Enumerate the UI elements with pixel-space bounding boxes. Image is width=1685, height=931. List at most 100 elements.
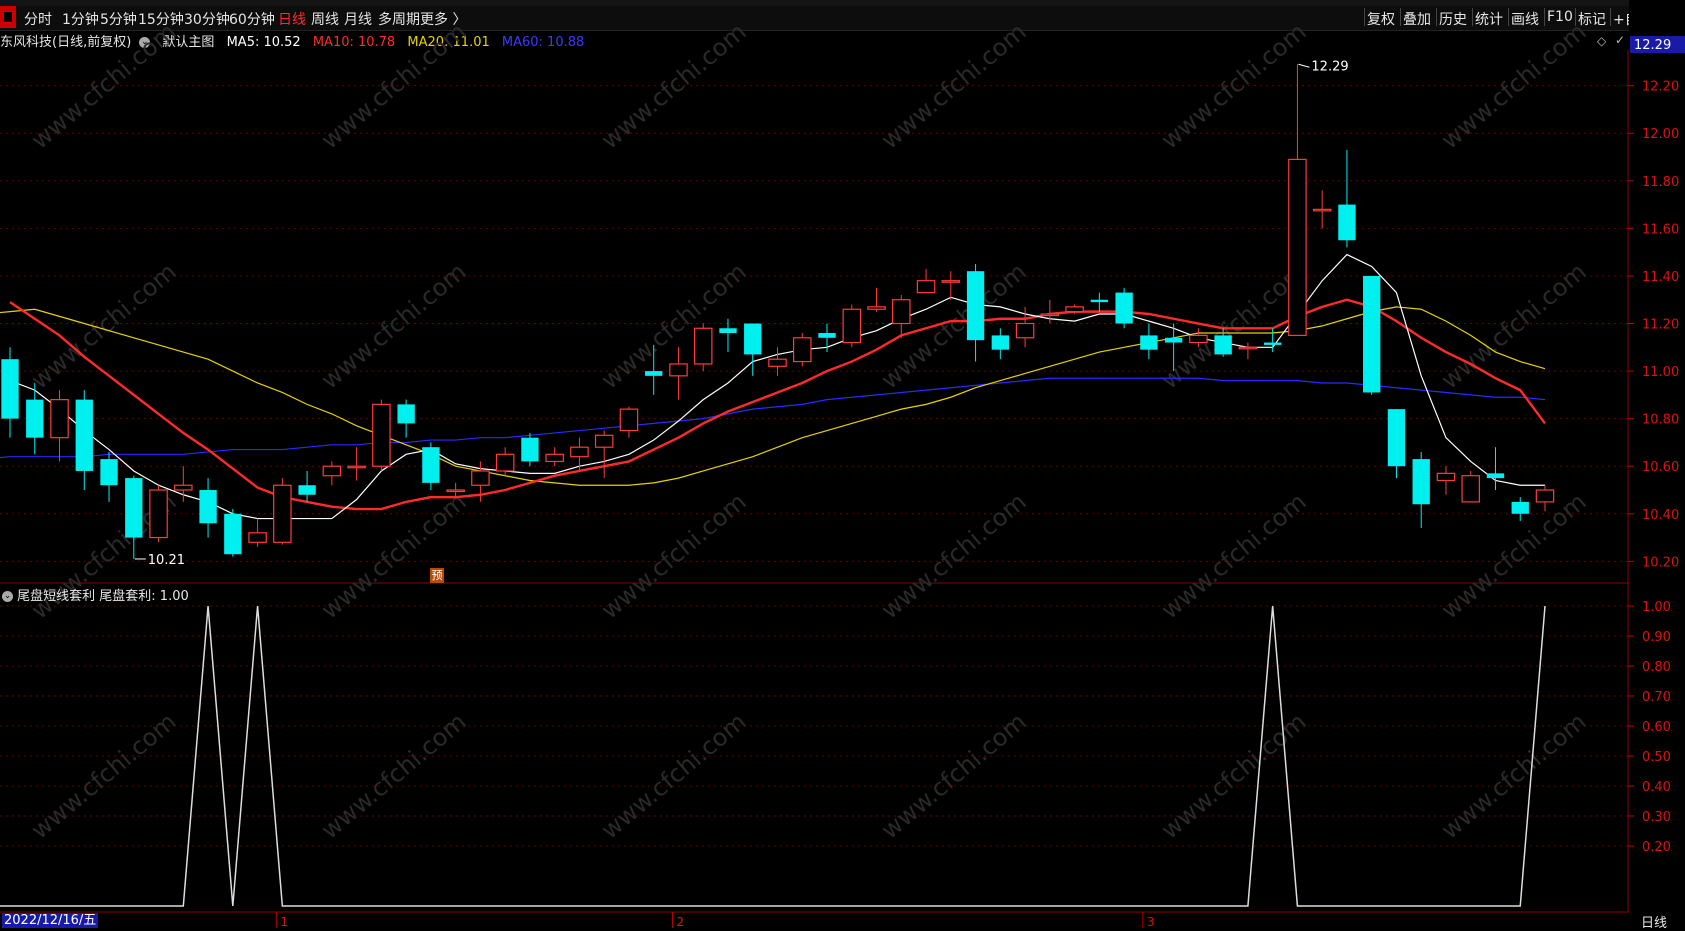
sub-tick-label: 1.00 (1642, 600, 1671, 615)
watermark-text: www.cfchi.com (596, 257, 752, 394)
price-chart[interactable]: 12.2012.0011.8011.6011.4011.2011.0010.80… (0, 0, 1685, 928)
candle-down (991, 335, 1009, 350)
sub-tick-label: 0.70 (1642, 690, 1671, 705)
month-label: 1 (280, 915, 288, 928)
ma10-line (9, 298, 1546, 511)
axis-background (1629, 0, 1685, 928)
price-tick-label: 11.00 (1642, 365, 1679, 380)
candle-up (892, 299, 911, 325)
period-8[interactable]: 月线 (344, 9, 372, 29)
sub-tick-label: 0.60 (1642, 720, 1671, 735)
toolbar-button-5[interactable]: F10 (1547, 9, 1573, 25)
candle-down (75, 399, 93, 471)
period-4[interactable]: 30分钟 (184, 9, 230, 29)
period-0[interactable]: 分时 (24, 9, 52, 29)
candle-down (719, 328, 737, 334)
toolbar-separator (1364, 8, 1365, 26)
candle-up (1288, 158, 1307, 337)
price-tick-label: 12.00 (1642, 127, 1679, 142)
toolbar-button-6[interactable]: 标记 (1578, 9, 1606, 29)
period-3[interactable]: 15分钟 (138, 9, 184, 29)
period-6[interactable]: 日线 (278, 9, 306, 29)
candle-up (619, 408, 639, 432)
sub-tick-label: 0.50 (1642, 750, 1671, 765)
watermark-text: www.cfchi.com (26, 707, 182, 844)
candle-down (521, 437, 539, 462)
candle-down (744, 323, 762, 355)
candle-up (372, 403, 391, 467)
watermark-text: www.cfchi.com (1156, 707, 1312, 844)
candle-up (471, 470, 490, 486)
candle-up (1312, 208, 1332, 212)
ma60-label: MA60: 10.88 (501, 35, 585, 50)
watermark-text: www.cfchi.com (1436, 487, 1592, 624)
watermark-text: www.cfchi.com (876, 487, 1032, 624)
ma20-line (0, 306, 1546, 486)
month-label: 3 (1147, 915, 1155, 928)
high-annotation: 12.29 (1311, 59, 1348, 74)
candle-up (1040, 313, 1060, 317)
toolbar-button-0[interactable]: 复权 (1367, 9, 1395, 29)
watermark-text: www.cfchi.com (316, 707, 472, 844)
watermark-text: www.cfchi.com (876, 707, 1032, 844)
toolbar-button-3[interactable]: 统计 (1475, 9, 1503, 29)
period-2[interactable]: 5分钟 (100, 9, 137, 29)
candle-up (842, 308, 862, 344)
toolbar-button-7[interactable]: +自选 (1613, 9, 1653, 29)
check-icon[interactable]: ✓ (1615, 33, 1625, 47)
watermark-text: www.cfchi.com (1436, 707, 1592, 844)
candle-down (298, 485, 316, 495)
candle-up (768, 358, 787, 367)
watermark-text: www.cfchi.com (316, 257, 472, 394)
price-tick-label: 11.20 (1642, 318, 1679, 333)
watermark-text: www.cfchi.com (26, 487, 182, 624)
candle-up (149, 489, 168, 539)
sub-indicator-name[interactable]: 尾盘短线套利 (17, 589, 95, 604)
candle-up (792, 337, 812, 363)
chevron-down-icon[interactable]: ⌄ (139, 37, 151, 48)
price-tick-label: 11.40 (1642, 270, 1679, 285)
candle-down (1338, 204, 1356, 241)
candle-down (224, 513, 242, 555)
stock-title[interactable]: 东风科技(日线,前复权) (0, 35, 131, 50)
candle-up (1189, 334, 1208, 344)
watermark-text: www.cfchi.com (596, 707, 752, 844)
diamond-icon[interactable]: ◇ (1597, 34, 1606, 48)
period-label[interactable]: 日线 (1641, 912, 1667, 931)
candle-up (322, 465, 342, 477)
toolbar-button-1[interactable]: 叠加 (1403, 9, 1431, 29)
sub-tick-label: 0.40 (1642, 780, 1671, 795)
candle-down (397, 404, 415, 424)
period-9[interactable]: 多周期 (378, 9, 420, 29)
candle-up (174, 484, 193, 491)
price-tick-label: 11.60 (1642, 222, 1679, 237)
watermark-text: www.cfchi.com (1436, 257, 1592, 394)
period-7[interactable]: 周线 (311, 9, 339, 29)
period-10[interactable]: 更多 〉 (420, 9, 466, 29)
toolbar-button-8[interactable]: 返回 (1648, 9, 1676, 29)
candle-down (125, 478, 143, 538)
current-price-box (1630, 36, 1685, 53)
candle-up (570, 446, 589, 458)
period-5[interactable]: 60分钟 (229, 9, 275, 29)
candle-down (1090, 299, 1109, 303)
watermark-text: www.cfchi.com (876, 17, 1032, 154)
candle-down (1140, 335, 1158, 350)
price-tick-label: 10.80 (1642, 413, 1679, 428)
sub-info-bar: ⌄ 尾盘短线套利 尾盘套利: 1.00 (2, 585, 189, 604)
toolbar-button-2[interactable]: 历史 (1439, 9, 1467, 29)
candle-up (941, 280, 961, 283)
top-tab-strip (0, 0, 1685, 6)
ma20-label: MA20: 11.01 (407, 35, 490, 50)
toolbar-button-4[interactable]: 画线 (1511, 9, 1539, 29)
app-logo-icon[interactable] (0, 6, 16, 28)
chevron-down-icon[interactable]: ⌄ (2, 591, 13, 602)
main-info-bar: 东风科技(日线,前复权) ⌄ 默认主图 MA5: 10.52 MA10: 10.7… (0, 31, 592, 51)
period-1[interactable]: 1分钟 (62, 9, 99, 29)
candle-up (495, 453, 515, 472)
ma60-line (0, 377, 1546, 459)
candle-up (446, 489, 465, 493)
main-chart-label[interactable]: 默认主图 (162, 35, 214, 50)
candle-up (1461, 475, 1480, 503)
candle-up (1535, 489, 1555, 503)
